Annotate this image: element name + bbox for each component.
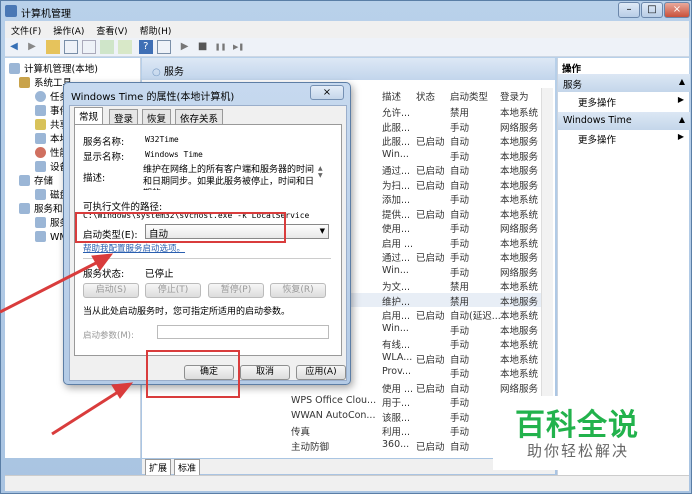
arrow-to-startup-type [0,253,114,314]
arrow-to-ok-button [51,382,134,436]
watermark-title: 百科全说 [515,408,639,443]
watermark-subtitle: 助你轻松解决 [527,442,630,460]
watermark: 百科全说 助你轻松解决 [493,396,680,470]
